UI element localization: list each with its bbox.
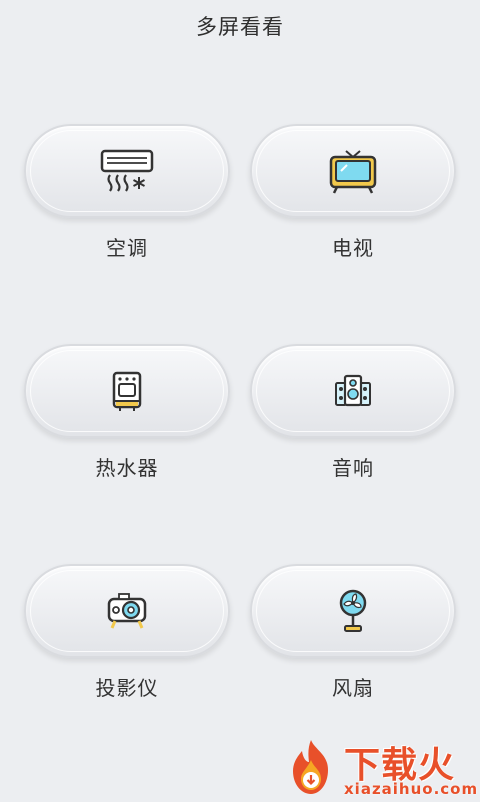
watermark-domain: xiazaihuo.com — [344, 780, 479, 798]
television-icon — [313, 141, 393, 201]
water-heater-label: 热水器 — [95, 456, 159, 480]
page-title: 多屏看看 — [196, 15, 284, 39]
speaker-label: 音响 — [332, 456, 374, 480]
water-heater-icon — [87, 361, 167, 421]
flame-logo-icon — [284, 738, 338, 798]
device-card-air-conditioner[interactable]: 空调 — [24, 124, 232, 274]
television-label: 电视 — [332, 236, 374, 260]
device-card-television[interactable]: 电视 — [250, 124, 458, 274]
projector-icon — [87, 581, 167, 641]
watermark: 下载火 xiazaihuo.com — [282, 736, 480, 800]
device-card-projector[interactable]: 投影仪 — [24, 564, 232, 714]
projector-label: 投影仪 — [95, 676, 159, 700]
fan-icon — [313, 581, 393, 641]
speaker-icon — [313, 361, 393, 421]
fan-label: 风扇 — [332, 676, 374, 700]
air-conditioner-label: 空调 — [106, 236, 148, 260]
device-card-speaker[interactable]: 音响 — [250, 344, 458, 494]
device-card-fan[interactable]: 风扇 — [250, 564, 458, 714]
air-conditioner-icon — [87, 141, 167, 201]
title-bar: 多屏看看 — [0, 0, 480, 52]
device-card-water-heater[interactable]: 热水器 — [24, 344, 232, 494]
